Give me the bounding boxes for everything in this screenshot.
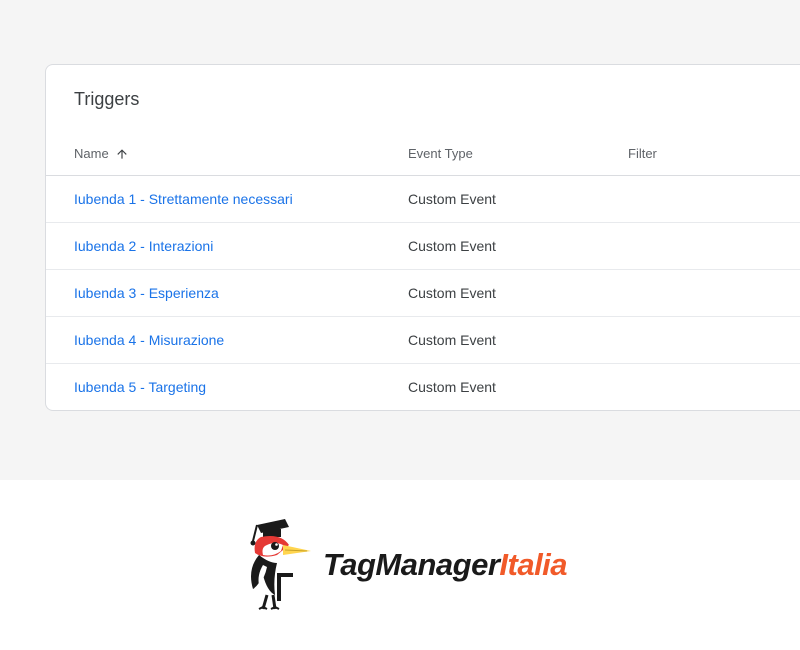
brand-logo: TagManagerItalia: [0, 480, 800, 650]
table-row[interactable]: Iubenda 1 - Strettamente necessari Custo…: [46, 176, 800, 223]
trigger-filter: [628, 223, 772, 269]
table-header: Name Event Type Filter: [46, 134, 800, 176]
column-header-filter[interactable]: Filter: [628, 134, 772, 175]
trigger-filter: [628, 176, 772, 222]
brand-logo-text-part2: Italia: [499, 547, 567, 582]
brand-logo-text: TagManagerItalia: [323, 547, 567, 583]
column-header-name-label: Name: [74, 146, 109, 161]
trigger-filter: [628, 270, 772, 316]
trigger-event-type: Custom Event: [408, 270, 628, 316]
trigger-filter: [628, 364, 772, 410]
triggers-table: Name Event Type Filter Iubenda 1 - Stret…: [46, 134, 800, 410]
table-row[interactable]: Iubenda 4 - Misurazione Custom Event: [46, 317, 800, 364]
column-header-event-type[interactable]: Event Type: [408, 134, 628, 175]
trigger-name-link[interactable]: Iubenda 2 - Interazioni: [74, 238, 213, 254]
woodpecker-graduate-icon: [233, 515, 313, 615]
trigger-name-link[interactable]: Iubenda 3 - Esperienza: [74, 285, 219, 301]
trigger-event-type: Custom Event: [408, 223, 628, 269]
brand-logo-text-part1: TagManager: [323, 547, 499, 582]
column-header-event-type-label: Event Type: [408, 146, 473, 161]
trigger-event-type: Custom Event: [408, 317, 628, 363]
table-row[interactable]: Iubenda 2 - Interazioni Custom Event: [46, 223, 800, 270]
trigger-event-type: Custom Event: [408, 176, 628, 222]
triggers-panel: Triggers Name Event Type Filter Iubenda …: [45, 64, 800, 411]
trigger-event-type: Custom Event: [408, 364, 628, 410]
trigger-name-link[interactable]: Iubenda 4 - Misurazione: [74, 332, 224, 348]
panel-title: Triggers: [46, 65, 800, 134]
table-row[interactable]: Iubenda 5 - Targeting Custom Event: [46, 364, 800, 410]
table-row[interactable]: Iubenda 3 - Esperienza Custom Event: [46, 270, 800, 317]
column-header-name[interactable]: Name: [74, 134, 408, 175]
trigger-filter: [628, 317, 772, 363]
trigger-name-link[interactable]: Iubenda 5 - Targeting: [74, 379, 206, 395]
column-header-filter-label: Filter: [628, 146, 657, 161]
trigger-name-link[interactable]: Iubenda 1 - Strettamente necessari: [74, 191, 293, 207]
sort-ascending-icon: [115, 147, 129, 161]
